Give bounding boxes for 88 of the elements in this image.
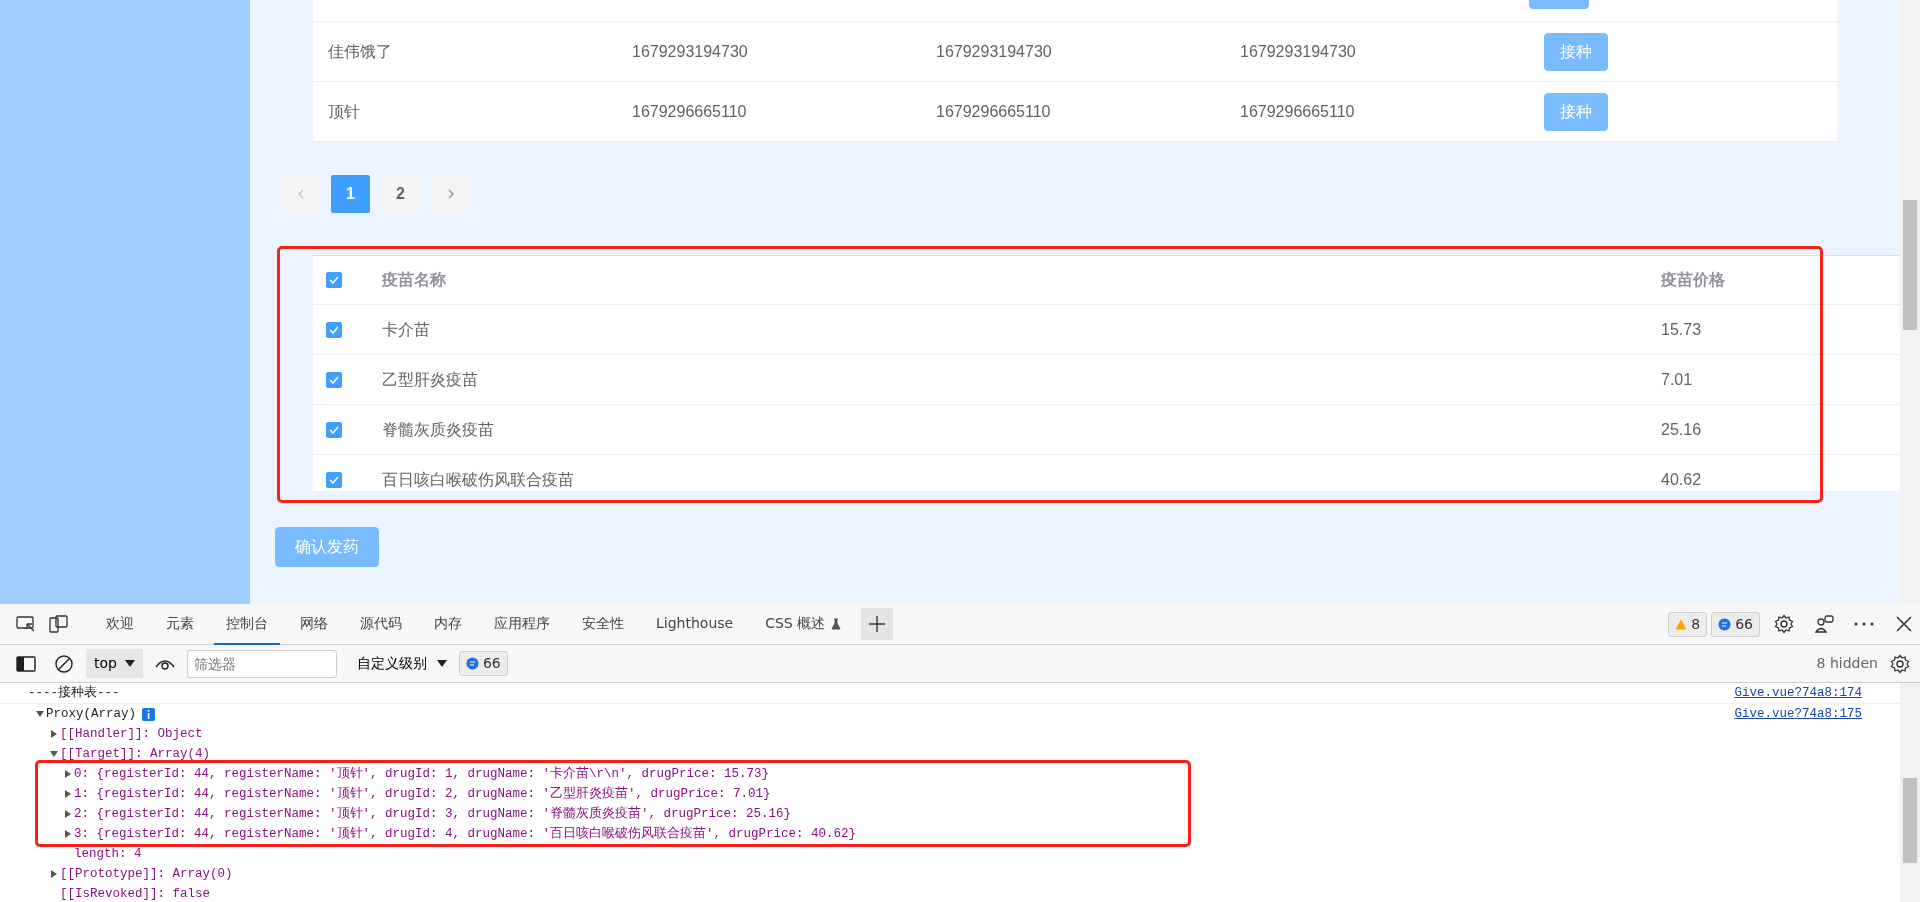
message-icon xyxy=(465,657,479,670)
table-cell-text: 40.62 xyxy=(1661,469,1702,490)
devtools-tab[interactable]: CSS 概述 xyxy=(753,603,854,645)
devtools-tab[interactable]: 内存 xyxy=(422,603,474,645)
source-link[interactable]: Give.vue?74a8:175 xyxy=(1734,704,1862,724)
table-cell: 1679296665110 xyxy=(632,102,747,120)
close-icon xyxy=(1894,614,1914,634)
check-icon xyxy=(329,325,339,334)
warning-icon xyxy=(1675,618,1688,630)
console-property[interactable]: 2: {registerId: 44, registerName: '顶针', drugId: 3, drugName: '脊髓灰质炎疫苗', drugPrice: 25.16} xyxy=(74,804,792,824)
message-icon xyxy=(1718,617,1732,631)
table-cell: 卡介苗 xyxy=(382,320,430,338)
console-property: length: 4 xyxy=(74,846,142,863)
check-icon xyxy=(329,375,339,384)
filter-field[interactable]: 筛选器 xyxy=(186,649,337,678)
console-property[interactable]: 0: {registerId: 44, registerName: '顶针', drugId: 1, drugName: '卡介苗\r\n', drugPrice: 15.73} xyxy=(74,764,770,784)
chevron-right-icon xyxy=(446,189,455,199)
console-property[interactable]: [[Handler]]: Object xyxy=(60,724,203,744)
table-cell-text: 15.73 xyxy=(1661,319,1702,340)
check-icon xyxy=(329,425,339,434)
collapsed-triangle-icon[interactable] xyxy=(50,870,58,878)
settings-icon xyxy=(1890,653,1910,674)
caret-icon xyxy=(124,660,135,667)
checkbox[interactable] xyxy=(326,471,342,488)
collapsed-triangle-icon[interactable] xyxy=(64,810,72,818)
hidden-count: 8 hidden xyxy=(1816,654,1878,673)
collapsed-triangle-icon[interactable] xyxy=(64,770,72,778)
caret-icon xyxy=(436,660,447,667)
console-property[interactable]: [[Target]]: Array(4) xyxy=(60,744,211,764)
messages-counter[interactable]: 66 xyxy=(458,651,508,676)
expanded-triangle-icon[interactable] xyxy=(36,710,44,718)
column-header: 疫苗价格 xyxy=(1661,270,1725,290)
table-cell: 1679296665110 xyxy=(1240,102,1355,120)
collapsed-triangle-icon[interactable] xyxy=(64,830,72,838)
device-icon xyxy=(48,615,68,633)
settings-icon xyxy=(1774,614,1794,634)
devtools-tab[interactable]: Lighthouse xyxy=(644,603,746,645)
table-cell: 1679293194730 xyxy=(936,42,1052,60)
console-scrollbar[interactable] xyxy=(1900,683,1920,902)
devtools-tab[interactable]: 安全性 xyxy=(570,603,636,645)
checkbox[interactable] xyxy=(326,321,342,338)
inspect-icon xyxy=(16,615,36,633)
devtools-tab[interactable]: 网络 xyxy=(288,603,340,645)
info-icon xyxy=(142,707,155,721)
checkbox[interactable] xyxy=(326,371,342,388)
messages-counter[interactable]: 66 xyxy=(1711,611,1760,637)
devtools-tab[interactable]: 应用程序 xyxy=(482,603,562,645)
people-icon xyxy=(1814,614,1834,634)
flask-icon xyxy=(831,617,842,630)
table-cell-text: 7.01 xyxy=(1661,369,1693,390)
context-dropdown[interactable]: top xyxy=(86,649,143,678)
warnings-counter[interactable]: 8 xyxy=(1668,611,1708,637)
console-property[interactable]: 1: {registerId: 44, registerName: '顶针', drugId: 2, drugName: '乙型肝炎疫苗', drugPrice: 7.01} xyxy=(74,784,771,804)
table-cell: 顶针 xyxy=(328,102,360,120)
plus-icon xyxy=(867,614,888,634)
collapsed-triangle-icon[interactable] xyxy=(64,790,72,798)
table-cell: 1679293194730 xyxy=(1240,42,1356,60)
block-icon xyxy=(54,653,74,674)
source-link[interactable]: Give.vue?74a8:174 xyxy=(1734,683,1862,703)
checkbox[interactable] xyxy=(326,421,342,438)
check-icon xyxy=(329,475,339,484)
table-cell: 1679296665110 xyxy=(936,102,1051,120)
log-levels-dropdown[interactable]: 自定义级别 xyxy=(350,649,453,678)
more-icon xyxy=(1854,622,1874,626)
page-button[interactable]: 2 xyxy=(381,175,420,213)
devtools-tab[interactable]: 元素 xyxy=(154,603,206,645)
console-property: [[IsRevoked]]: false xyxy=(60,886,211,902)
table-cell-text: 25.16 xyxy=(1661,419,1702,440)
add-tab-button[interactable] xyxy=(861,608,894,640)
checkbox[interactable] xyxy=(326,272,342,288)
console-message: ----接种表--- xyxy=(28,684,120,702)
console-property[interactable]: Proxy(Array) xyxy=(46,704,136,724)
devtools-tab[interactable]: 欢迎 xyxy=(94,603,146,645)
column-header: 疫苗名称 xyxy=(382,271,446,288)
check-icon xyxy=(329,276,339,284)
table-cell: 脊髓灰质炎疫苗 xyxy=(382,420,494,438)
table-cell: 百日咳白喉破伤风联合疫苗 xyxy=(382,470,574,488)
collapsed-triangle-icon[interactable] xyxy=(50,730,58,738)
scrollbar[interactable] xyxy=(1900,0,1920,604)
table-cell: 乙型肝炎疫苗 xyxy=(382,370,478,388)
sidebar-icon xyxy=(16,655,36,672)
table-cell: 佳伟饿了 xyxy=(328,42,392,60)
table-cell: 1679293194730 xyxy=(632,42,748,60)
expanded-triangle-icon[interactable] xyxy=(50,750,58,758)
chevron-left-icon xyxy=(296,189,305,199)
devtools-tab[interactable]: 源代码 xyxy=(348,603,414,645)
console-property[interactable]: [[Prototype]]: Array(0) xyxy=(60,864,233,884)
console-property[interactable]: 3: {registerId: 44, registerName: '顶针', drugId: 4, drugName: '百日咳白喉破伤风联合疫苗', drugPrice: 40.62} xyxy=(74,824,857,844)
